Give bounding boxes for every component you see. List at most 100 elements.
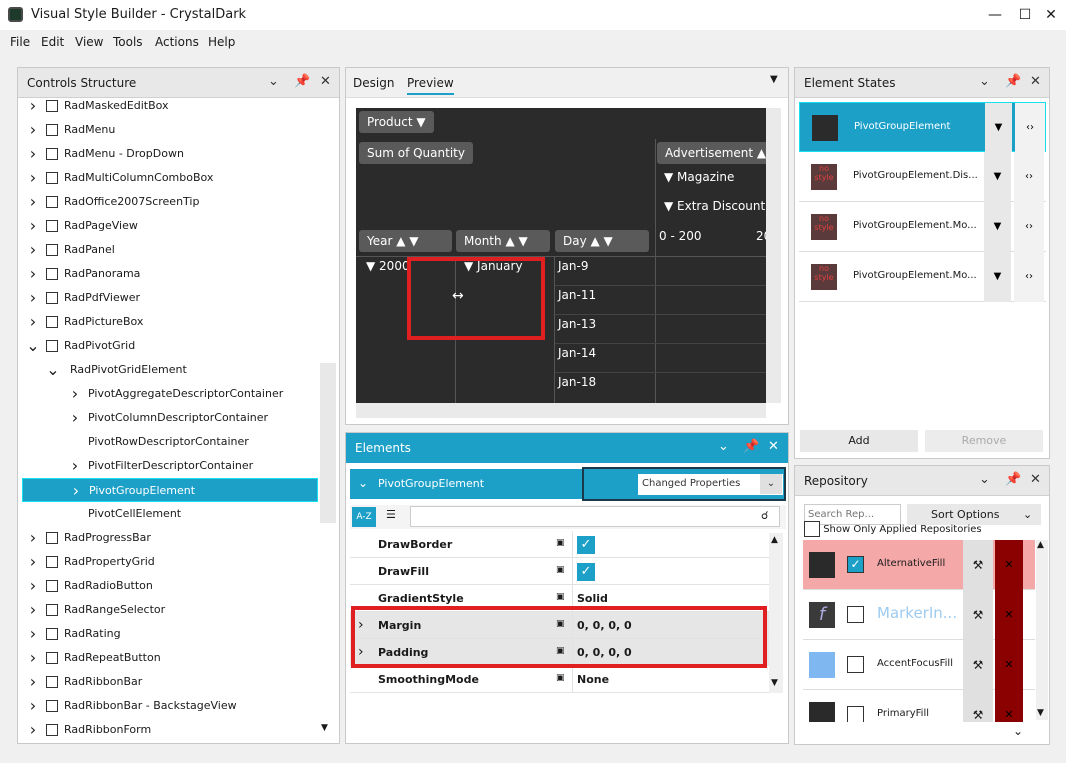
property-row[interactable]: DrawBorder ▣ ✓	[350, 531, 783, 558]
repository-checkbox[interactable]	[847, 606, 864, 623]
chevron-right-icon[interactable]: ›	[26, 694, 40, 718]
edit-tool-icon[interactable]: ⚒	[963, 640, 993, 690]
maximize-icon[interactable]: ☐	[1014, 4, 1036, 26]
year-value[interactable]: ▼ 2000	[366, 259, 410, 273]
chevron-right-icon[interactable]: ›	[26, 526, 40, 550]
chevron-right-icon[interactable]: ›	[26, 214, 40, 238]
chevron-right-icon[interactable]: ›	[26, 142, 40, 166]
repository-checkbox[interactable]	[847, 656, 864, 673]
add-state-button[interactable]: Add	[800, 430, 918, 452]
close-icon[interactable]: ✕	[768, 439, 779, 454]
tree-item[interactable]: › RadRepeatButton	[22, 646, 318, 670]
chevron-right-icon[interactable]: ›	[69, 479, 83, 503]
scroll-down-icon[interactable]: ▼	[321, 723, 328, 733]
chevron-right-icon[interactable]: ›	[68, 382, 82, 406]
tree-item[interactable]: › RadMenu - DropDown	[22, 142, 318, 166]
tree-item[interactable]: › RadMaskedEditBox	[22, 94, 318, 118]
close-icon[interactable]: ✕	[1030, 74, 1041, 89]
tab-design[interactable]: Design	[353, 76, 394, 90]
link-icon[interactable]: ‹›	[1014, 252, 1044, 302]
chevron-right-icon[interactable]: ›	[26, 598, 40, 622]
repository-item[interactable]: f MarkerIn... ⚒ ✕	[803, 590, 1035, 640]
pin-icon[interactable]: 📌	[1005, 472, 1021, 487]
chevron-right-icon[interactable]: ›	[26, 190, 40, 214]
repository-scrollbar[interactable]: ▲ ▼	[1036, 540, 1048, 720]
tree-item[interactable]: › RadPanel	[22, 238, 318, 262]
preview-h-scrollbar[interactable]	[356, 403, 766, 418]
close-icon[interactable]: ✕	[320, 74, 331, 89]
chevron-right-icon[interactable]: ›	[26, 118, 40, 142]
tree-item[interactable]: › RadProgressBar	[22, 526, 318, 550]
chevron-down-icon[interactable]: ▼	[984, 252, 1011, 302]
menu-file[interactable]: File	[10, 35, 30, 49]
categorized-icon[interactable]: ☰	[386, 508, 396, 521]
edit-tool-icon[interactable]: ⚒	[963, 590, 993, 640]
menu-edit[interactable]: Edit	[41, 35, 64, 49]
state-item[interactable]: no style PivotGroupElement.Dis... ▼ ‹›	[799, 152, 1046, 202]
pin-icon[interactable]: 📌	[1005, 74, 1021, 89]
tree-item[interactable]: ⌄ RadPivotGrid	[22, 334, 318, 358]
tree-item[interactable]: › RadPdfViewer	[22, 286, 318, 310]
chevron-down-icon[interactable]: ⌄	[979, 74, 990, 89]
tree-item[interactable]: › RadMenu	[22, 118, 318, 142]
pin-icon[interactable]: 📌	[294, 74, 310, 89]
chevron-down-icon[interactable]: ⌄	[26, 334, 40, 358]
chevron-right-icon[interactable]: ›	[68, 454, 82, 478]
tree-item[interactable]: › RadRadioButton	[22, 574, 318, 598]
tree-item[interactable]: PivotCellElement	[22, 502, 318, 526]
property-value[interactable]: None	[572, 666, 780, 693]
tree-item[interactable]: › PivotFilterDescriptorContainer	[22, 454, 318, 478]
link-icon[interactable]: ‹›	[1014, 202, 1044, 252]
chevron-right-icon[interactable]: ›	[26, 310, 40, 334]
chevron-down-icon[interactable]: ⌄	[46, 358, 60, 382]
tabs-menu-icon[interactable]: ▼	[770, 74, 778, 85]
tree-item[interactable]: › RadPanorama	[22, 262, 318, 286]
repository-item[interactable]: ✓ AlternativeFill ⚒ ✕	[803, 540, 1035, 590]
chevron-down-icon[interactable]: ▼	[984, 202, 1011, 252]
state-item[interactable]: no style PivotGroupElement.Mo... ▼ ‹›	[799, 252, 1046, 302]
chevron-right-icon[interactable]: ›	[26, 646, 40, 670]
tree-item[interactable]: › PivotGroupElement	[22, 478, 318, 502]
repository-checkbox[interactable]: ✓	[847, 556, 864, 573]
chevron-right-icon[interactable]: ›	[26, 718, 40, 742]
chevron-right-icon[interactable]: ›	[26, 166, 40, 190]
chevron-right-icon[interactable]: ›	[26, 238, 40, 262]
preview-v-scrollbar[interactable]	[766, 108, 781, 403]
chevron-right-icon[interactable]: ›	[26, 286, 40, 310]
chevron-down-icon[interactable]: ⌄	[1013, 724, 1023, 738]
chevron-down-icon[interactable]: ⌄	[268, 74, 279, 89]
month-row-header[interactable]: Month ▲ ▼	[456, 230, 550, 252]
chevron-right-icon[interactable]: ›	[26, 262, 40, 286]
tree-item[interactable]: › RadMultiColumnComboBox	[22, 166, 318, 190]
property-row[interactable]: DrawFill ▣ ✓	[350, 558, 783, 585]
tree-item[interactable]: › RadRating	[22, 622, 318, 646]
tree-item[interactable]: › RadRibbonBar	[22, 670, 318, 694]
remove-state-button[interactable]: Remove	[925, 430, 1043, 452]
chevron-right-icon[interactable]: ›	[26, 670, 40, 694]
chevron-down-icon[interactable]: ⌄	[979, 472, 990, 487]
year-row-header[interactable]: Year ▲ ▼	[359, 230, 452, 252]
repository-item[interactable]: AccentFocusFill ⚒ ✕	[803, 640, 1035, 690]
chevron-right-icon[interactable]: ›	[26, 550, 40, 574]
menu-view[interactable]: View	[75, 35, 103, 49]
checkmark-icon[interactable]: ✓	[577, 563, 595, 581]
property-row[interactable]: SmoothingMode ▣ None	[350, 666, 783, 693]
show-applied-checkbox[interactable]: Show Only Applied Repositories	[804, 521, 982, 537]
close-window-icon[interactable]: ✕	[1040, 4, 1062, 26]
properties-filter-select[interactable]: Changed Properties ⌄	[638, 474, 783, 495]
chevron-right-icon[interactable]: ›	[26, 94, 40, 118]
tree-item[interactable]: › PivotColumnDescriptorContainer	[22, 406, 318, 430]
tree-scrollbar[interactable]	[320, 363, 336, 523]
advertisement-header[interactable]: Advertisement ▲	[657, 142, 772, 164]
delete-icon[interactable]: ✕	[995, 590, 1023, 640]
magazine-header[interactable]: ▼ Magazine	[664, 170, 734, 184]
chevron-right-icon[interactable]: ›	[26, 574, 40, 598]
state-item[interactable]: PivotGroupElement ▼ ‹›	[799, 102, 1046, 153]
chevron-down-icon[interactable]: ⌄	[718, 439, 729, 454]
tab-preview[interactable]: Preview	[407, 76, 454, 95]
delete-icon[interactable]: ✕	[995, 540, 1023, 590]
property-value[interactable]: ✓	[572, 558, 780, 585]
tree-item[interactable]: › RadOffice2007ScreenTip	[22, 190, 318, 214]
tree-item[interactable]: › RadPageView	[22, 214, 318, 238]
tree-item[interactable]: › RadRibbonBar - BackstageView	[22, 694, 318, 718]
